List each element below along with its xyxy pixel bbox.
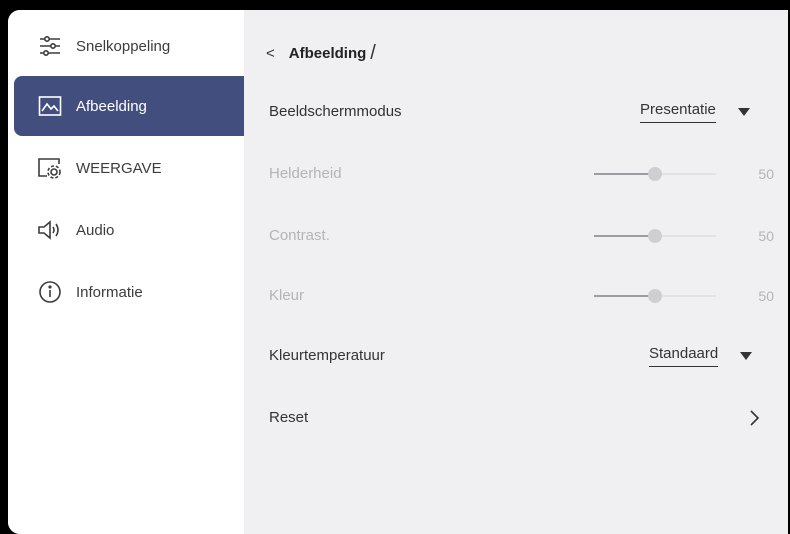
info-icon — [36, 278, 64, 306]
slider-fill — [594, 295, 655, 297]
color-row: Kleur 50 — [244, 266, 788, 326]
color-temperature-label: Kleurtemperatuur — [269, 347, 385, 364]
sidebar-item-label: WEERGAVE — [76, 159, 162, 177]
sidebar-item-weergave[interactable]: WEERGAVE — [14, 138, 244, 198]
sidebar-item-label: Afbeelding — [76, 97, 147, 115]
brightness-row: Helderheid 50 — [244, 144, 788, 204]
contrast-slider[interactable] — [594, 229, 716, 243]
contrast-row: Contrast. 50 — [244, 206, 788, 266]
contrast-value: 50 — [758, 228, 774, 244]
sidebar: Snelkoppeling Afbeelding WEERGAVE Audio … — [8, 10, 244, 534]
breadcrumb: < Afbeelding / — [266, 42, 376, 65]
color-value: 50 — [758, 288, 774, 304]
color-slider[interactable] — [594, 289, 716, 303]
picture-mode-dropdown[interactable]: Presentatie — [640, 100, 750, 124]
slider-fill — [594, 235, 655, 237]
chevron-right-icon[interactable] — [744, 408, 764, 428]
slider-knob[interactable] — [648, 167, 662, 181]
picture-mode-row[interactable]: Beeldschermmodus Presentatie — [244, 82, 788, 142]
dropdown-arrow-icon — [737, 108, 750, 116]
color-temperature-dropdown[interactable]: Standaard — [649, 344, 753, 368]
reset-label: Reset — [269, 409, 309, 426]
color-temperature-row[interactable]: Kleurtemperatuur Standaard — [244, 326, 788, 386]
picture-mode-value: Presentatie — [640, 101, 716, 123]
brightness-value: 50 — [758, 166, 774, 182]
speaker-icon — [36, 216, 64, 244]
sidebar-item-label: Snelkoppeling — [76, 37, 171, 55]
brightness-slider[interactable] — [594, 167, 716, 181]
color-temperature-value: Standaard — [649, 345, 719, 367]
sidebar-item-label: Informatie — [76, 283, 143, 301]
color-label: Kleur — [269, 287, 305, 304]
sliders-icon — [36, 32, 64, 60]
reset-row[interactable]: Reset — [244, 388, 788, 448]
slider-knob[interactable] — [648, 229, 662, 243]
sidebar-item-label: Audio — [76, 221, 115, 239]
image-icon — [36, 92, 64, 120]
back-button[interactable]: < — [266, 45, 275, 62]
page-title: Afbeelding — [288, 45, 367, 62]
dropdown-arrow-icon — [740, 352, 753, 360]
picture-mode-label: Beeldschermmodus — [269, 103, 402, 120]
sidebar-item-informatie[interactable]: Informatie — [14, 262, 244, 322]
settings-window: Snelkoppeling Afbeelding WEERGAVE Audio … — [8, 10, 788, 534]
settings-panel: < Afbeelding / Beeldschermmodus Presenta… — [244, 10, 788, 534]
contrast-label: Contrast. — [269, 227, 330, 244]
brightness-label: Helderheid — [269, 165, 342, 182]
slider-knob[interactable] — [648, 289, 662, 303]
slider-fill — [594, 173, 655, 175]
sidebar-item-afbeelding[interactable]: Afbeelding — [14, 76, 244, 136]
display-settings-icon — [36, 154, 64, 182]
sidebar-item-audio[interactable]: Audio — [14, 200, 244, 260]
breadcrumb-separator: / — [370, 42, 376, 64]
sidebar-item-snelkoppeling[interactable]: Snelkoppeling — [14, 16, 244, 76]
